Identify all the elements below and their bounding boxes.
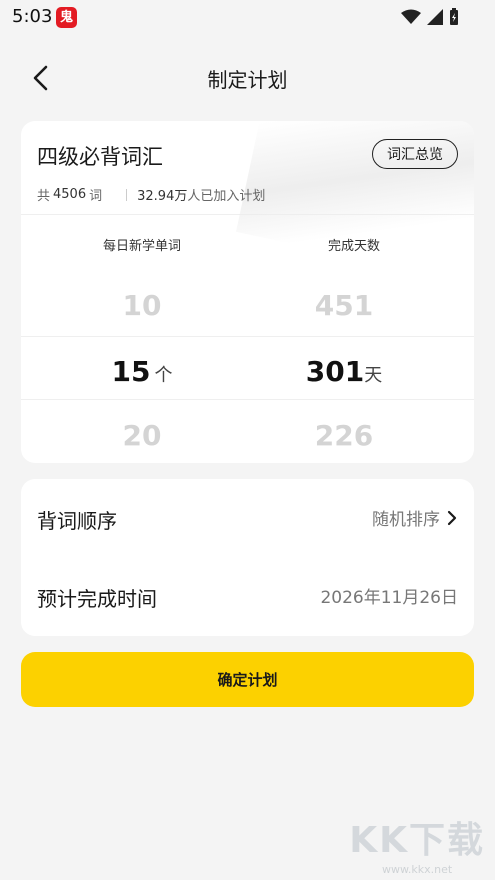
finish-label: 预计完成时间 bbox=[37, 587, 157, 611]
option-value: 451 bbox=[314, 289, 374, 322]
picker-row: 20 226 bbox=[21, 401, 474, 463]
unit-label: 个 bbox=[154, 365, 173, 386]
joined-count: 32.94万 bbox=[137, 189, 188, 204]
page-title: 制定计划 bbox=[207, 68, 288, 92]
daily-words-option[interactable]: 10 bbox=[42, 289, 242, 322]
days-option[interactable]: 451 bbox=[244, 289, 444, 322]
order-value: 随机排序 bbox=[372, 510, 440, 530]
days-option[interactable]: 226 bbox=[244, 419, 444, 452]
selected-value: 15 bbox=[111, 355, 151, 388]
finish-date: 2026年11月26日 bbox=[320, 588, 458, 608]
word-count-prefix: 共 bbox=[37, 189, 51, 204]
divider bbox=[21, 214, 474, 215]
status-time: 5:03 bbox=[12, 6, 53, 27]
selected-value: 301 bbox=[305, 355, 365, 388]
daily-words-selected[interactable]: 15 个 bbox=[42, 355, 242, 388]
plan-card: 四级必背词汇 词汇总览 共 4506 词 32.94万 人已加入计划 每日新学单… bbox=[21, 121, 474, 463]
book-meta: 共 4506 词 32.94万 人已加入计划 bbox=[37, 185, 265, 204]
settings-card: 背词顺序 随机排序 预计完成时间 2026年11月26日 bbox=[21, 479, 474, 636]
daily-words-label: 每日新学单词 bbox=[102, 239, 181, 254]
header: 制定计划 bbox=[0, 50, 495, 106]
word-count-suffix: 词 bbox=[89, 189, 103, 204]
chevron-right-icon bbox=[447, 510, 457, 525]
unit-label: 天 bbox=[364, 365, 383, 386]
confirm-plan-button[interactable]: 确定计划 bbox=[21, 652, 474, 707]
word-count: 4506 bbox=[53, 187, 87, 202]
watermark-url: www.kkx.net bbox=[381, 863, 453, 876]
option-value: 20 bbox=[122, 419, 162, 452]
picker-row-selected: 15 个 301天 bbox=[21, 336, 474, 400]
watermark: KK下载 www.kkx.net bbox=[349, 811, 485, 876]
order-selector[interactable]: 随机排序 bbox=[372, 505, 458, 530]
status-bar: 5:03 鬼 bbox=[0, 0, 495, 34]
wifi-icon bbox=[401, 9, 421, 24]
days-label: 完成天数 bbox=[327, 239, 380, 254]
vocab-overview-button[interactable]: 词汇总览 bbox=[372, 139, 458, 169]
status-icons bbox=[401, 8, 459, 26]
watermark-logo: KK下载 bbox=[349, 820, 485, 861]
daily-words-option[interactable]: 20 bbox=[42, 419, 242, 452]
picker-row: 10 451 bbox=[21, 271, 474, 335]
meta-divider bbox=[126, 188, 128, 201]
book-title: 四级必背词汇 bbox=[37, 145, 163, 169]
days-selected[interactable]: 301天 bbox=[244, 355, 444, 388]
signal-icon bbox=[427, 9, 443, 25]
option-value: 226 bbox=[314, 419, 374, 452]
battery-icon bbox=[450, 8, 458, 25]
option-value: 10 bbox=[122, 289, 162, 322]
app-badge-icon: 鬼 bbox=[56, 7, 77, 28]
order-label: 背词顺序 bbox=[37, 509, 117, 533]
joined-suffix: 人已加入计划 bbox=[187, 189, 266, 204]
